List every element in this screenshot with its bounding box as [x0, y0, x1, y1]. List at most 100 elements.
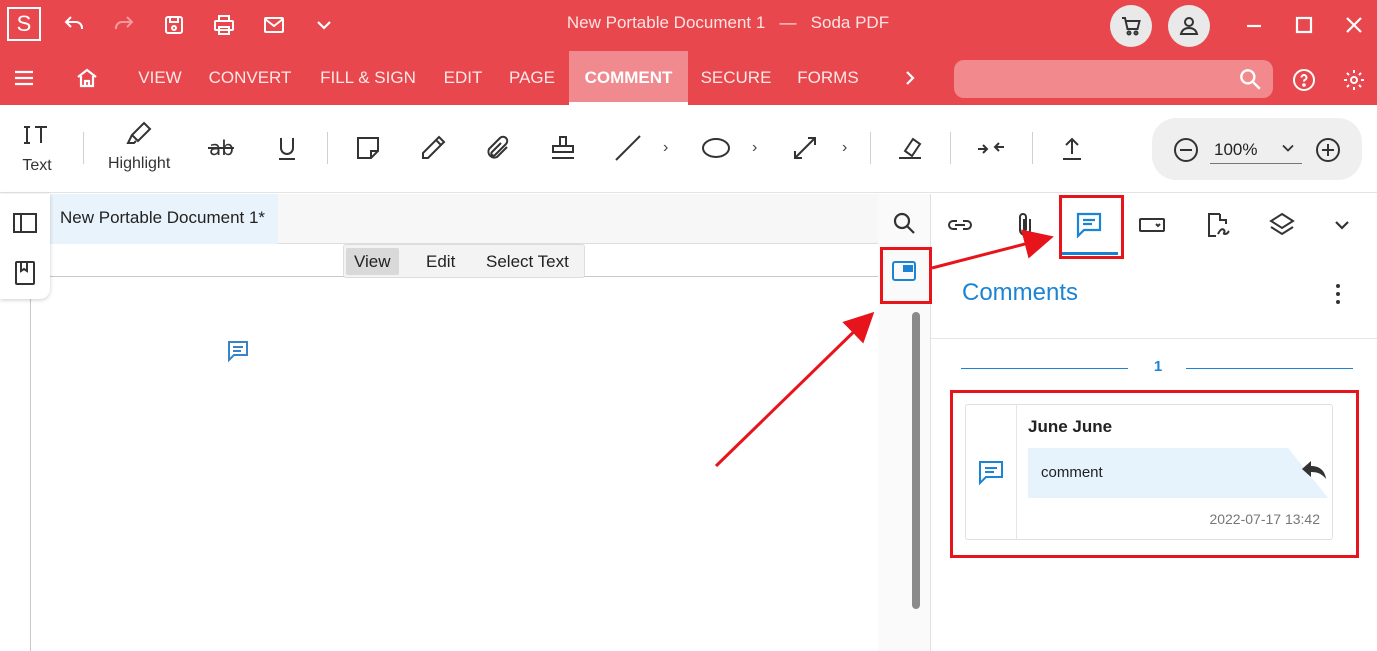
attachment-icon — [1019, 213, 1031, 236]
layers-icon — [1269, 212, 1295, 236]
separator — [327, 132, 328, 164]
highlight-tool[interactable]: Highlight — [108, 119, 170, 173]
strikethrough-tool[interactable]: ab — [206, 133, 236, 163]
sticky-note-icon — [357, 137, 379, 159]
underline-icon — [279, 138, 295, 160]
zoom-value: 100% — [1214, 140, 1258, 159]
home-icon[interactable] — [71, 62, 103, 94]
separator — [950, 132, 951, 164]
nav-forms[interactable]: FORMS — [785, 51, 871, 105]
nav-edit[interactable]: EDIT — [432, 51, 494, 105]
search-icon[interactable] — [890, 209, 918, 237]
upload-icon — [1063, 137, 1081, 160]
document-page[interactable] — [30, 276, 908, 651]
panel-toggle-icon[interactable] — [11, 209, 39, 237]
mode-switch: View Edit Select Text — [343, 244, 585, 278]
form-field-icon — [1139, 218, 1165, 232]
separator — [1032, 132, 1033, 164]
merge-arrows-icon — [978, 142, 1004, 154]
maximize-icon[interactable] — [1288, 9, 1320, 41]
account-button[interactable] — [1168, 5, 1210, 47]
annotation-box-panel-toggle — [880, 247, 932, 304]
text-icon — [24, 126, 47, 144]
zoom-select[interactable]: 100% — [1210, 140, 1302, 164]
line-tool[interactable] — [613, 133, 643, 163]
nav-comment[interactable]: COMMENT — [569, 51, 688, 105]
chevron-down-icon — [1335, 221, 1349, 230]
page-divider-left — [961, 368, 1128, 369]
search-input[interactable] — [966, 60, 1226, 98]
nav-secure[interactable]: SECURE — [690, 51, 782, 105]
bookmark-icon[interactable] — [11, 259, 39, 287]
nav-more-chevron-right-icon[interactable] — [894, 62, 926, 94]
left-sidebar — [0, 194, 50, 299]
text-tool-label: Text — [22, 157, 52, 174]
settings-gear-icon[interactable] — [1338, 64, 1370, 96]
annotation-box-comment-card — [950, 390, 1359, 558]
chevron-down-icon — [1282, 144, 1294, 152]
panel-tab-layers[interactable] — [1267, 210, 1297, 240]
signature-icon — [1208, 213, 1230, 237]
nav-page[interactable]: PAGE — [497, 51, 567, 105]
title-bar: S New Portable Document 1 — Soda PDF — [0, 0, 1377, 51]
text-tool[interactable]: Text — [22, 121, 52, 175]
pencil-tool[interactable] — [418, 133, 448, 163]
mode-edit-button[interactable]: Edit — [418, 248, 463, 275]
hamburger-menu-icon[interactable] — [8, 62, 40, 94]
shape-tool[interactable] — [701, 133, 731, 163]
measure-arrows-icon — [794, 137, 816, 159]
collapse-tool[interactable] — [976, 133, 1006, 163]
zoom-out-icon[interactable] — [1172, 136, 1200, 164]
mode-select-text-button[interactable]: Select Text — [478, 248, 577, 275]
highlight-tool-label: Highlight — [108, 155, 171, 172]
nav-view[interactable]: VIEW — [126, 51, 194, 105]
comment-ribbon: Text Highlight ab › › › 100% — [0, 105, 1377, 193]
paperclip-icon — [487, 135, 509, 159]
comment-annotation-icon[interactable] — [225, 338, 251, 364]
panel-header: Comments — [931, 257, 1377, 339]
document-tab[interactable]: New Portable Document 1* — [50, 194, 278, 244]
user-icon — [1179, 17, 1199, 35]
close-icon[interactable] — [1338, 9, 1370, 41]
sticky-note-tool[interactable] — [353, 133, 383, 163]
page-number-label: 1 — [1153, 358, 1163, 375]
underline-tool[interactable] — [272, 133, 302, 163]
panel-tab-links[interactable] — [945, 210, 975, 240]
export-tool[interactable] — [1057, 133, 1087, 163]
ellipse-icon — [702, 138, 730, 158]
shape-options-chevron[interactable]: › — [752, 139, 757, 157]
cart-button[interactable] — [1110, 5, 1152, 47]
zoom-control: 100% — [1152, 118, 1362, 180]
panel-tab-more[interactable] — [1327, 210, 1357, 240]
search-icon[interactable] — [1237, 66, 1263, 92]
strikethrough-icon: ab — [208, 136, 234, 160]
measure-tool[interactable] — [790, 133, 820, 163]
panel-tab-form-fields[interactable] — [1137, 210, 1167, 240]
document-tab-strip: New Portable Document 1* — [50, 194, 878, 244]
search-box[interactable] — [954, 60, 1273, 98]
pencil-icon — [422, 135, 446, 159]
measure-options-chevron[interactable]: › — [842, 139, 847, 157]
nav-fill-sign[interactable]: FILL & SIGN — [306, 51, 430, 105]
nav-convert[interactable]: CONVERT — [196, 51, 304, 105]
stamp-icon — [552, 136, 574, 159]
more-options-icon[interactable] — [1328, 281, 1348, 307]
vertical-scrollbar[interactable] — [912, 312, 920, 609]
separator — [870, 132, 871, 164]
minimize-icon[interactable] — [1238, 9, 1270, 41]
cart-icon — [1122, 17, 1141, 36]
panel-title: Comments — [962, 279, 1079, 306]
stamp-tool[interactable] — [548, 133, 578, 163]
line-icon — [615, 135, 641, 161]
annotation-box-comments-tab — [1059, 195, 1124, 259]
eraser-icon — [899, 137, 922, 159]
line-options-chevron[interactable]: › — [663, 139, 668, 157]
mode-view-button[interactable]: View — [346, 248, 399, 275]
page-divider-right — [1186, 368, 1353, 369]
panel-tab-signatures[interactable] — [1202, 210, 1232, 240]
help-icon[interactable] — [1288, 64, 1320, 96]
zoom-in-icon[interactable] — [1314, 136, 1342, 164]
eraser-tool[interactable] — [895, 133, 925, 163]
panel-tab-attachments[interactable] — [1010, 210, 1040, 240]
attach-file-tool[interactable] — [483, 133, 513, 163]
